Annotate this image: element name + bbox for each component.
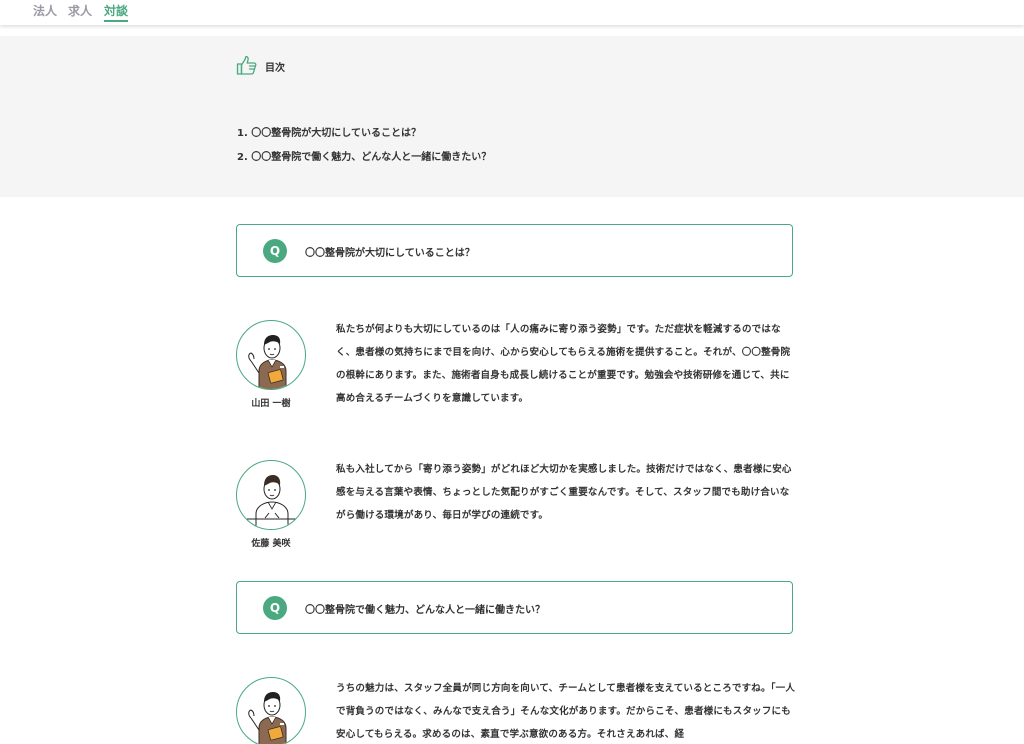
question-badge: Q bbox=[263, 239, 287, 263]
question-box-1: Q 〇〇整骨院が大切にしていることは？ bbox=[236, 224, 793, 277]
table-of-contents: 目次 1. 〇〇整骨院が大切にしていることは？ 2. 〇〇整骨院で働く魅力、どん… bbox=[0, 36, 1024, 197]
toc-title: 目次 bbox=[265, 63, 285, 74]
avatar-yamada bbox=[236, 677, 306, 744]
avatar-yamada bbox=[236, 320, 306, 390]
speaker-name: 山田 一樹 bbox=[251, 399, 291, 409]
speaker-yamada: 山田 一樹 bbox=[236, 320, 306, 409]
question-text: 〇〇整骨院が大切にしていることは？ bbox=[305, 248, 475, 259]
thumbs-up-icon bbox=[236, 54, 258, 76]
avatar-sato bbox=[236, 460, 306, 530]
answer-text-3: うちの魅力は、スタッフ全員が同じ方向を向いて、チームとして患者様を支えているとこ… bbox=[336, 683, 796, 740]
answer-text-1: 私たちが何よりも大切にしているのは「人の痛みに寄り添う姿勢」です。ただ症状を軽減… bbox=[336, 324, 791, 404]
nav-tab-interview[interactable]: 対談 bbox=[104, 3, 129, 22]
nav-tab-jobs[interactable]: 求人 bbox=[68, 3, 92, 19]
toc-link-1[interactable]: 1. 〇〇整骨院が大切にしていることは？ bbox=[237, 124, 421, 139]
question-text: 〇〇整骨院で働く魅力、どんな人と一緒に働きたい？ bbox=[305, 605, 545, 616]
question-box-2: Q 〇〇整骨院で働く魅力、どんな人と一緒に働きたい？ bbox=[236, 581, 793, 634]
question-badge: Q bbox=[263, 596, 287, 620]
nav-tab-corporate[interactable]: 法人 bbox=[33, 3, 57, 19]
speaker-yamada-2 bbox=[236, 677, 306, 744]
speaker-sato: 佐藤 美咲 bbox=[236, 460, 306, 549]
toc-link-2[interactable]: 2. 〇〇整骨院で働く魅力、どんな人と一緒に働きたい？ bbox=[237, 148, 491, 163]
top-nav: 法人 求人 対談 bbox=[0, 0, 1024, 25]
speaker-name: 佐藤 美咲 bbox=[251, 539, 291, 549]
answer-text-2: 私も入社してから「寄り添う姿勢」がどれほど大切かを実感しました。技術だけではなく… bbox=[336, 464, 792, 521]
